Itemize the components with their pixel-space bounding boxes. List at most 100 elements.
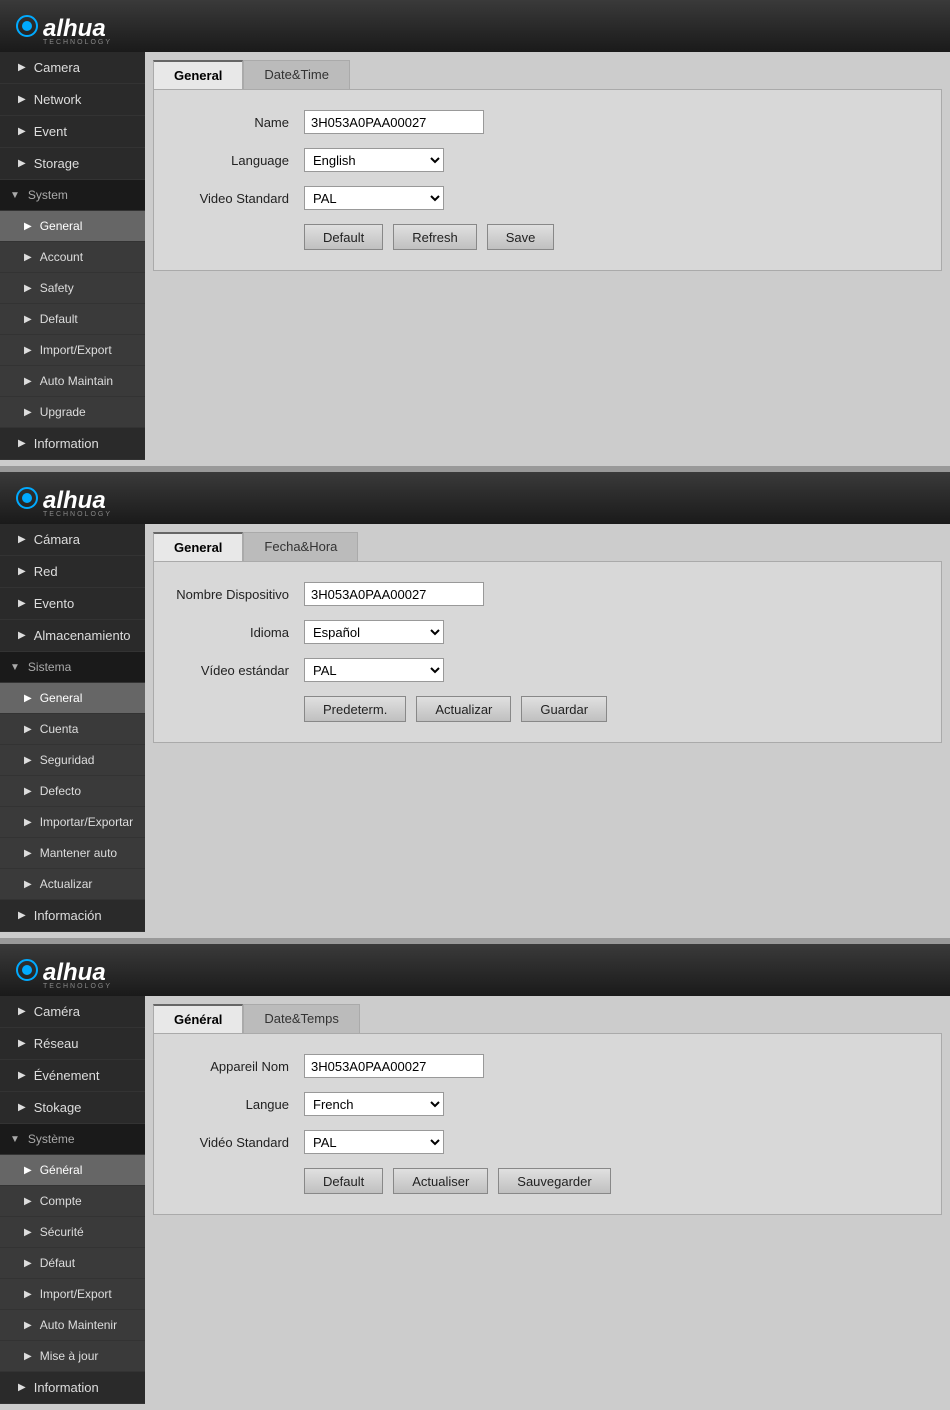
svg-text:alhua: alhua [43,487,106,514]
arrow-right-icon: ▶ [18,438,26,449]
sidebar-item-event[interactable]: ▶Event [0,116,145,148]
select-language[interactable]: EnglishSpanishFrench [304,148,444,172]
tab-general[interactable]: General [153,60,243,89]
sidebar-item-general-active[interactable]: ▶General [0,683,145,714]
sidebar-item-import-export[interactable]: ▶Import/Export [0,335,145,366]
sidebar-item-information[interactable]: ▶Information [0,428,145,460]
arrow-right-icon: ▶ [18,126,26,137]
button-actualizar[interactable]: Actualizar [416,696,511,722]
button-actualiser[interactable]: Actualiser [393,1168,488,1194]
select-vid-o-standard[interactable]: PALNTSC [304,1130,444,1154]
arrow-icon: ▶ [24,1351,32,1362]
sidebar-item-account[interactable]: ▶Account [0,242,145,273]
sidebar-item-general-active[interactable]: ▶Général [0,1155,145,1186]
sidebar-item-auto-maintain[interactable]: ▶Auto Maintain [0,366,145,397]
sidebar-item-r-seau[interactable]: ▶Réseau [0,1028,145,1060]
label-nombre-dispositivo: Nombre Dispositivo [174,587,304,602]
sidebar-item-defecto[interactable]: ▶Defecto [0,776,145,807]
sidebar-item-upgrade[interactable]: ▶Upgrade [0,397,145,428]
sidebar-item-system[interactable]: ▼Système [0,1124,145,1155]
sidebar-item-almacenamiento[interactable]: ▶Almacenamiento [0,620,145,652]
tab-date-time[interactable]: Date&Time [243,60,350,89]
label-language: Language [174,153,304,168]
form-panel: Appareil NomLangueFrenchEnglishSpanishVi… [153,1033,942,1215]
tab-general[interactable]: General [153,532,243,561]
arrow-icon: ▶ [24,1196,32,1207]
sidebar-item-system[interactable]: ▼Sistema [0,652,145,683]
form-row-vid-o-standard: Vidéo StandardPALNTSC [174,1130,911,1154]
form-panel: Nombre Dispositivo IdiomaEspañolEnglishFr… [153,561,942,743]
sidebar-item-compte[interactable]: ▶Compte [0,1186,145,1217]
arrow-icon: ▶ [24,376,32,387]
button-sauvegarder[interactable]: Sauvegarder [498,1168,610,1194]
sidebar-item-camera[interactable]: ▶Camera [0,52,145,84]
header: alhua TECHNOLOGY [0,0,950,52]
button-default[interactable]: Default [304,224,383,250]
sidebar-item-s-curit-[interactable]: ▶Sécurité [0,1217,145,1248]
arrow-right-icon: ▶ [18,566,26,577]
button-save[interactable]: Save [487,224,555,250]
sidebar-item-mantener-auto[interactable]: ▶Mantener auto [0,838,145,869]
form-row-name: Name [174,110,911,134]
select-video-standard[interactable]: PALNTSC [304,186,444,210]
sidebar-item-network[interactable]: ▶Network [0,84,145,116]
input-nombre-dispositivo[interactable] [304,582,484,606]
tab-g-n-ral[interactable]: Général [153,1004,243,1033]
arrow-right-icon: ▶ [18,1006,26,1017]
sidebar-item-evento[interactable]: ▶Evento [0,588,145,620]
sidebar-item-safety[interactable]: ▶Safety [0,273,145,304]
form-row-idioma: IdiomaEspañolEnglishFrench [174,620,911,644]
sidebar-item-default[interactable]: ▶Default [0,304,145,335]
header: alhua TECHNOLOGY [0,472,950,524]
sidebar-item-d-faut[interactable]: ▶Défaut [0,1248,145,1279]
input-appareil-nom[interactable] [304,1054,484,1078]
arrow-right-icon: ▶ [18,158,26,169]
sidebar-item-mise---jour[interactable]: ▶Mise à jour [0,1341,145,1372]
arrow-icon: ▶ [24,252,32,263]
button-default[interactable]: Default [304,1168,383,1194]
sidebar-item-import-export[interactable]: ▶Import/Export [0,1279,145,1310]
tab-fecha-hora[interactable]: Fecha&Hora [243,532,358,561]
sidebar-item-c-mara[interactable]: ▶Cámara [0,524,145,556]
sidebar-item--v-nement[interactable]: ▶Événement [0,1060,145,1092]
header: alhua TECHNOLOGY [0,944,950,996]
sidebar-item-importar-exportar[interactable]: ▶Importar/Exportar [0,807,145,838]
arrow-icon: ▶ [24,1289,32,1300]
sidebar-item-general-active[interactable]: ▶General [0,211,145,242]
button-row: Default Actualiser Sauvegarder [304,1168,911,1194]
select-langue[interactable]: FrenchEnglishSpanish [304,1092,444,1116]
arrow-icon: ▶ [24,1227,32,1238]
sidebar-item-red[interactable]: ▶Red [0,556,145,588]
select-idioma[interactable]: EspañolEnglishFrench [304,620,444,644]
tab-bar: GeneralFecha&Hora [153,532,942,561]
sidebar-item-stokage[interactable]: ▶Stokage [0,1092,145,1124]
panel-english: alhua TECHNOLOGY ▶Camera▶Network▶Event▶S… [0,0,950,460]
sidebar-item-cam-ra[interactable]: ▶Caméra [0,996,145,1028]
arrow-icon: ▶ [24,755,32,766]
button-predeterm-[interactable]: Predeterm. [304,696,406,722]
button-guardar[interactable]: Guardar [521,696,607,722]
sidebar-item-auto-maintenir[interactable]: ▶Auto Maintenir [0,1310,145,1341]
form-row-langue: LangueFrenchEnglishSpanish [174,1092,911,1116]
sidebar-item-storage[interactable]: ▶Storage [0,148,145,180]
logo-icon: alhua TECHNOLOGY [15,478,145,518]
arrow-icon: ▶ [24,848,32,859]
button-refresh[interactable]: Refresh [393,224,477,250]
sidebar-item-cuenta[interactable]: ▶Cuenta [0,714,145,745]
form-row-video-standard: Video StandardPALNTSC [174,186,911,210]
sidebar-item-seguridad[interactable]: ▶Seguridad [0,745,145,776]
panel-spanish: alhua TECHNOLOGY ▶Cámara▶Red▶Evento▶Alma… [0,472,950,932]
sidebar-item-informaci-n[interactable]: ▶Información [0,900,145,932]
logo-icon: alhua TECHNOLOGY [15,950,145,990]
select-v-deo-est-ndar[interactable]: PALNTSC [304,658,444,682]
sidebar-item-actualizar[interactable]: ▶Actualizar [0,869,145,900]
arrow-icon: ▶ [24,724,32,735]
tab-date-temps[interactable]: Date&Temps [243,1004,359,1033]
input-name[interactable] [304,110,484,134]
sidebar-item-system[interactable]: ▼System [0,180,145,211]
svg-text:alhua: alhua [43,15,106,42]
form-row-language: LanguageEnglishSpanishFrench [174,148,911,172]
arrow-icon: ▶ [24,407,32,418]
svg-text:alhua: alhua [43,959,106,986]
sidebar-item-information[interactable]: ▶Information [0,1372,145,1404]
